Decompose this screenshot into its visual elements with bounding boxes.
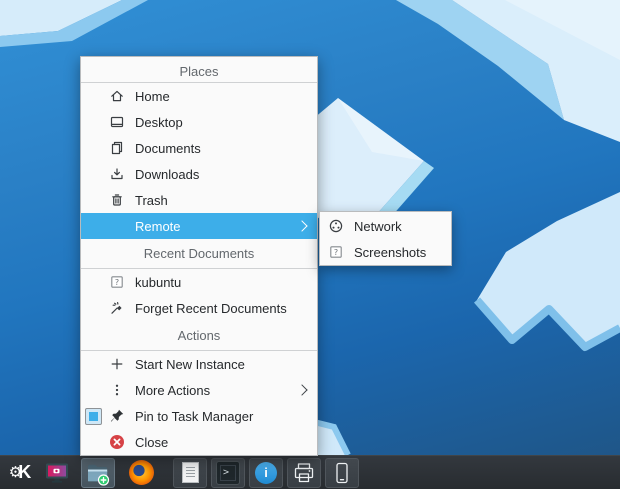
menu-item-remote[interactable]: Remote: [81, 213, 317, 239]
folder-icon: [88, 464, 110, 486]
printer-icon: [294, 462, 314, 482]
unknown-file-icon: ?: [328, 244, 344, 260]
pin-checkbox[interactable]: [85, 407, 102, 425]
menu-item-label: Network: [354, 218, 402, 234]
unknown-file-icon: ?: [109, 274, 125, 290]
menu-item-label: Forget Recent Documents: [135, 300, 287, 316]
pin-icon: [109, 408, 125, 424]
documents-icon: [109, 140, 125, 156]
remote-submenu: Network ? Screenshots: [319, 211, 452, 266]
context-menu: Places Home Desktop Documents Downloads …: [80, 56, 318, 456]
menu-item-label: Pin to Task Manager: [135, 408, 254, 424]
network-icon: [328, 218, 344, 234]
menu-item-desktop[interactable]: Desktop: [81, 109, 317, 135]
svg-text:?: ?: [115, 278, 119, 287]
info-icon: i: [255, 461, 277, 484]
phone-icon: [336, 462, 348, 483]
clear-history-icon: [109, 300, 125, 316]
menu-item-label: Desktop: [135, 114, 183, 130]
menu-item-label: Home: [135, 88, 170, 104]
menu-item-close[interactable]: Close: [81, 429, 317, 455]
trash-icon: [109, 192, 125, 208]
menu-item-start-new-instance[interactable]: Start New Instance: [81, 351, 317, 377]
phone-task[interactable]: [325, 457, 359, 488]
menu-item-label: Trash: [135, 192, 168, 208]
menu-item-label: Screenshots: [354, 244, 427, 260]
desktop: Places Home Desktop Documents Downloads …: [0, 0, 620, 489]
menu-item-label: Documents: [135, 140, 201, 156]
desktop-icon: [109, 114, 125, 130]
downloads-icon: [109, 166, 125, 182]
svg-text:?: ?: [334, 248, 338, 257]
no-icon: [109, 218, 125, 234]
kde-menu-launcher[interactable]: ⚙ K: [5, 458, 35, 488]
terminal-task[interactable]: >: [211, 457, 245, 488]
terminal-icon: >: [216, 460, 240, 485]
display-camera-icon: [46, 463, 68, 483]
menu-item-more-actions[interactable]: More Actions: [81, 377, 317, 403]
menu-item-downloads[interactable]: Downloads: [81, 161, 317, 187]
submenu-item-network[interactable]: Network: [320, 213, 451, 239]
text-editor-task[interactable]: [173, 457, 207, 488]
menu-item-documents[interactable]: Documents: [81, 135, 317, 161]
info-task[interactable]: i: [249, 457, 283, 488]
ellipsis-icon: [109, 382, 125, 398]
submenu-item-screenshots[interactable]: ? Screenshots: [320, 239, 451, 265]
plus-icon: [109, 356, 125, 372]
home-icon: [109, 88, 125, 104]
menu-section-header-actions: Actions: [81, 321, 317, 351]
menu-item-trash[interactable]: Trash: [81, 187, 317, 213]
menu-item-kubuntu[interactable]: ? kubuntu: [81, 269, 317, 295]
menu-item-label: More Actions: [135, 382, 211, 398]
submenu-arrow-icon: [296, 220, 308, 232]
taskbar-panel: ⚙ K > i: [0, 455, 620, 489]
text-document-icon: [181, 462, 199, 483]
menu-item-label: Start New Instance: [135, 356, 245, 372]
menu-item-pin-to-task-manager[interactable]: Pin to Task Manager: [81, 403, 317, 429]
menu-item-label: Remote: [135, 218, 181, 234]
menu-section-header-recent-documents: Recent Documents: [81, 239, 317, 269]
file-manager-dolphin-task[interactable]: [81, 457, 115, 488]
menu-item-label: Close: [135, 434, 169, 450]
menu-item-label: kubuntu: [135, 274, 182, 290]
submenu-arrow-icon: [296, 384, 308, 396]
printer-task[interactable]: [287, 457, 321, 488]
firefox-icon: [128, 460, 154, 485]
display-app-button[interactable]: [42, 458, 72, 488]
kde-k-letter: K: [18, 462, 32, 482]
menu-item-label: Downloads: [135, 166, 200, 182]
menu-section-header-places: Places: [81, 61, 317, 83]
menu-item-home[interactable]: Home: [81, 83, 317, 109]
firefox-button[interactable]: [127, 458, 155, 488]
menu-item-forget-recent-documents[interactable]: Forget Recent Documents: [81, 295, 317, 321]
close-icon: [109, 434, 125, 450]
